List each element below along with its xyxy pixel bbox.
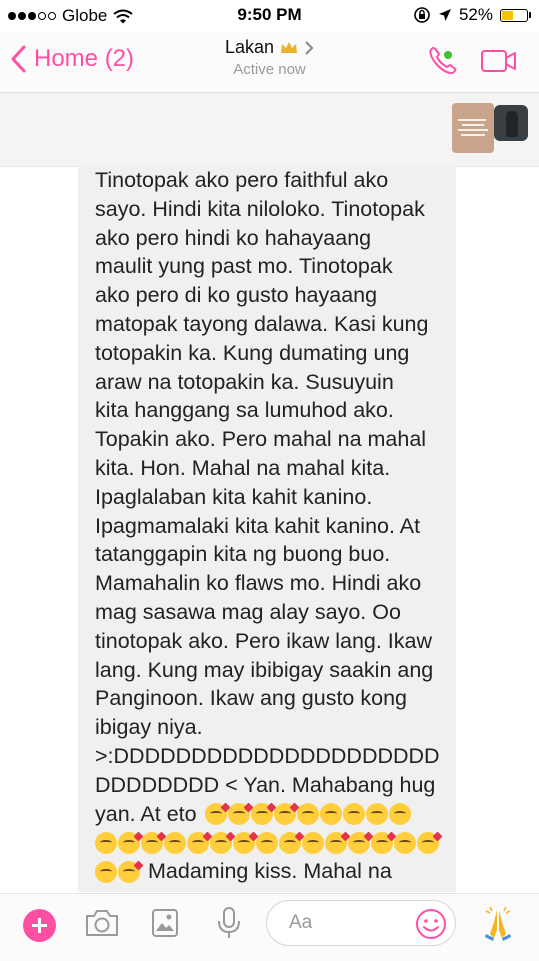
kissing-face-emoji-icon <box>371 831 393 854</box>
rotation-lock-icon <box>414 7 430 23</box>
message-line: >:DDDDDDDDDDDDDDDDDDDDD <box>95 743 440 768</box>
kissing-face-emoji-icon <box>302 831 324 854</box>
message-line: lang. Kung may ibibigay saakin ang <box>95 657 434 682</box>
message-text: Tinotopak ako pero faithful ako sayo. Hi… <box>78 166 456 886</box>
message-line: tinotopak ako. Pero ikaw lang. Ikaw <box>95 628 433 653</box>
battery-icon <box>500 8 531 22</box>
crown-icon <box>281 41 298 53</box>
message-line: araw na totopakin ka. Susuyuin <box>95 369 394 394</box>
quick-reaction-button[interactable] <box>480 904 516 947</box>
emoji-picker-button[interactable] <box>415 908 447 945</box>
praying-hands-icon <box>485 906 511 941</box>
kissing-face-emoji-icon <box>388 802 411 825</box>
kissing-face-emoji-icon <box>296 802 319 825</box>
message-line-emoji: yan. At eto <box>95 800 446 829</box>
kissing-face-emoji-icon <box>210 831 232 854</box>
kissing-face-emoji-icon <box>273 802 296 825</box>
message-line: kita hanggang sa lumuhod ako. <box>95 398 394 423</box>
shared-image-thumbnail[interactable] <box>452 103 494 153</box>
status-bar: Globe 9:50 PM 52% <box>0 0 539 32</box>
message-bubble[interactable]: Tinotopak ako pero faithful ako sayo. Hi… <box>78 166 456 892</box>
gallery-button[interactable] <box>151 908 179 943</box>
message-line: Ipagmamalaki kita kahit kanino. At <box>95 513 421 538</box>
shared-media-strip <box>0 93 539 167</box>
message-input-container[interactable] <box>266 900 456 946</box>
contact-name: Lakan <box>224 37 275 57</box>
message-line: sayo. Hindi kita niloloko. Tinotopak <box>95 196 425 221</box>
message-line: DDDDDDDD < Yan. Mahabang hug <box>95 772 436 797</box>
message-line: mag sasawa mag alay sayo. Oo <box>95 599 401 624</box>
message-line: Mamahalin ko flaws mo. Hindi ako <box>95 571 422 596</box>
kissing-face-emoji-icon <box>118 831 140 854</box>
video-camera-icon <box>481 50 516 72</box>
kissing-face-emoji-icon <box>233 831 255 854</box>
kissing-face-emoji-icon <box>319 802 342 825</box>
message-line: Topakin ako. Pero mahal na mahal <box>95 427 427 452</box>
message-line: totopakin ka. Kung dumating ung <box>95 340 410 365</box>
composer-bar <box>0 893 539 961</box>
message-line: Madaming kiss. Mahal na <box>148 859 392 884</box>
message-line: yan. At eto <box>95 801 197 826</box>
message-line: tatanggapin kita ng buong buo. <box>95 542 391 567</box>
chevron-right-icon <box>305 40 314 55</box>
conversation-header: Home (2) Lakan Active now <box>0 32 539 93</box>
video-call-button[interactable] <box>480 49 518 78</box>
phone-icon <box>429 47 457 75</box>
message-input[interactable] <box>287 911 411 935</box>
battery-percent: 52% <box>458 5 493 24</box>
kissing-face-emoji-icon <box>204 802 227 825</box>
message-line: ako pero di ko gusto hayaang <box>95 283 378 308</box>
kissing-face-emoji-icon <box>95 860 117 883</box>
message-line: matopak tayong dalawa. Kasi kung <box>95 311 429 336</box>
plus-icon <box>23 909 24 910</box>
kissing-face-emoji-icon <box>187 831 209 854</box>
location-arrow-icon <box>438 9 451 21</box>
message-line: kita. Hon. Mahal na mahal kita. <box>95 455 391 480</box>
smiley-icon <box>416 909 446 939</box>
image-icon <box>152 909 178 937</box>
kissing-face-emoji-icon <box>348 831 370 854</box>
kissing-face-emoji-icon <box>342 802 365 825</box>
message-line: Ipaglalaban kita kahit kanino. <box>95 484 373 509</box>
kissing-face-emoji-icon <box>141 831 163 854</box>
call-button[interactable] <box>426 44 460 83</box>
kissing-face-emoji-icon <box>279 831 301 854</box>
voice-button[interactable] <box>216 906 242 945</box>
shared-photo-thumbnail[interactable] <box>494 105 528 141</box>
kissing-face-emoji-icon <box>325 831 347 854</box>
kissing-face-emoji-icon <box>365 802 388 825</box>
camera-button[interactable] <box>84 908 120 943</box>
message-line: Tinotopak ako pero faithful ako <box>95 168 389 192</box>
message-line: maulit yung past mo. Tinotopak <box>95 254 393 279</box>
kissing-face-emoji-icon <box>250 802 273 825</box>
kissing-face-emoji-icon <box>227 802 250 825</box>
kissing-face-emoji-icon <box>394 831 416 854</box>
add-button[interactable] <box>23 909 56 942</box>
message-line: ako pero hindi ko hahayaang <box>95 225 372 250</box>
kissing-face-emoji-icon <box>118 860 140 883</box>
message-line: ibigay niya. <box>95 715 203 740</box>
message-line-emoji: Madaming kiss. Mahal na <box>95 857 446 886</box>
kissing-face-emoji-icon <box>95 831 117 854</box>
kissing-face-emoji-icon <box>164 831 186 854</box>
message-line: Panginoon. Ikaw ang gusto kong <box>95 686 407 711</box>
camera-icon <box>86 910 118 936</box>
emoji-line <box>95 828 446 857</box>
status-right: 52% <box>413 5 531 25</box>
kissing-face-emoji-icon <box>256 831 278 854</box>
kissing-face-emoji-icon <box>417 831 439 854</box>
microphone-icon <box>218 907 240 938</box>
